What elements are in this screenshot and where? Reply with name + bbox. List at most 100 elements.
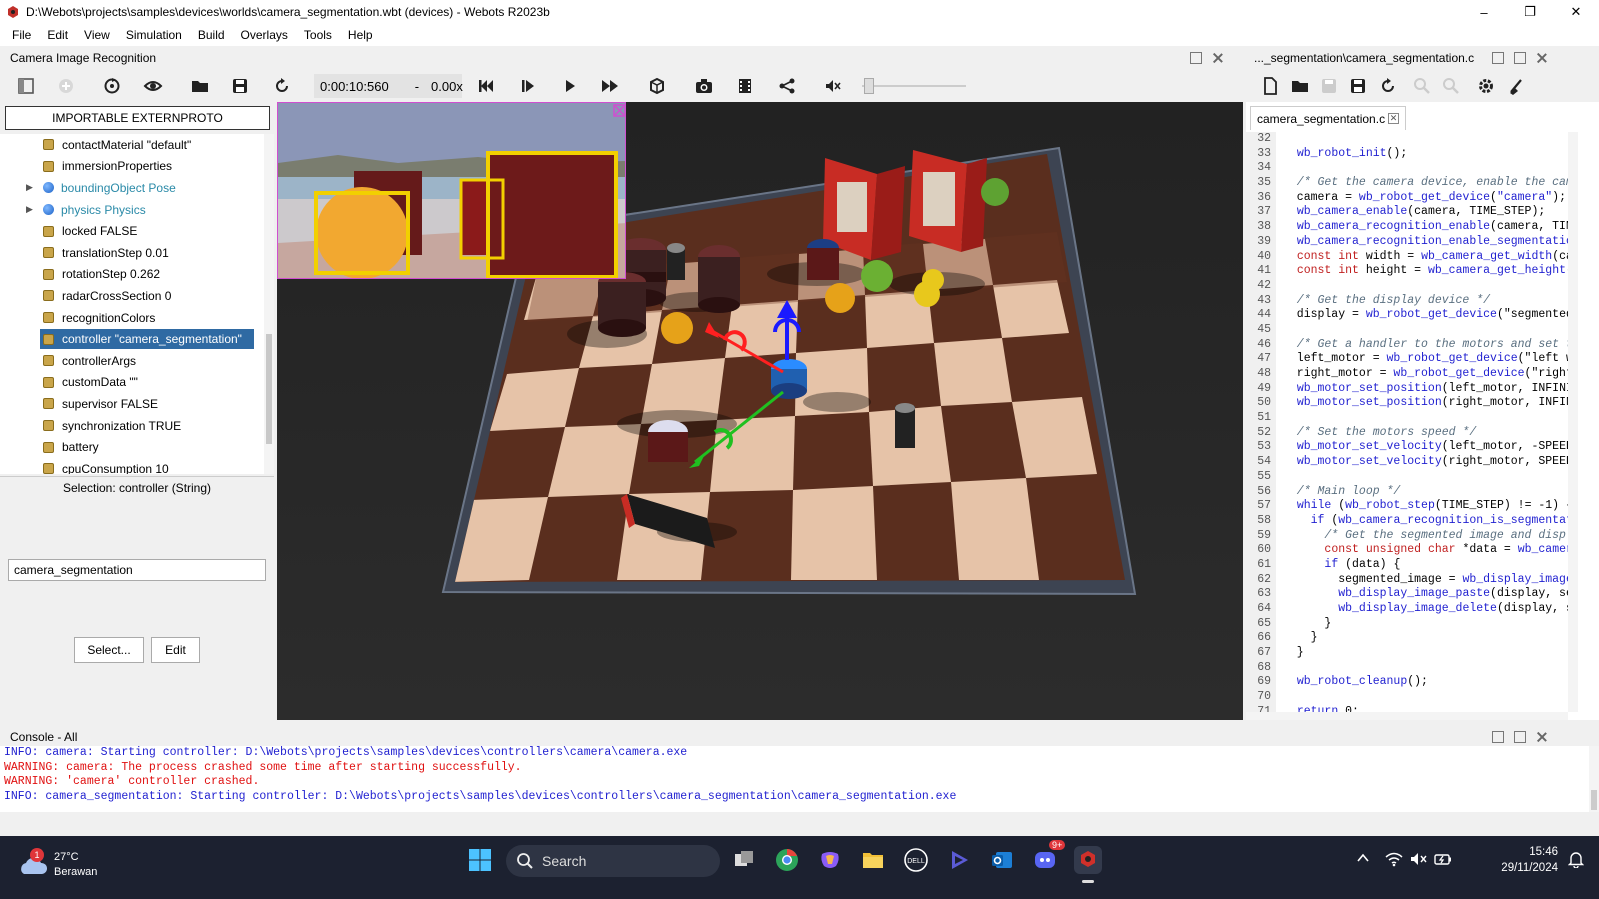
code-line[interactable]: 50 wb_motor_set_position(right_motor, IN…	[1246, 396, 1568, 412]
editor-vertical-scrollbar[interactable]	[1568, 132, 1578, 712]
build-button[interactable]	[1475, 75, 1497, 97]
code-line[interactable]: 38 wb_camera_recognition_enable(camera, …	[1246, 220, 1568, 235]
code-line[interactable]: 65 }	[1246, 616, 1568, 632]
code-line[interactable]: 58 if (wb_camera_recognition_is_segmenta…	[1246, 513, 1568, 529]
code-line[interactable]: 67 }	[1246, 646, 1568, 661]
console-output[interactable]: INFO: camera: Starting controller: D:\We…	[0, 746, 1599, 812]
open-world-button[interactable]	[189, 75, 211, 97]
tree-item-locked[interactable]: locked FALSE	[0, 220, 264, 242]
menu-file[interactable]: File	[4, 28, 39, 42]
code-line[interactable]: 32	[1246, 132, 1568, 147]
fast-forward-button[interactable]	[599, 75, 621, 97]
tree-item-controller-args[interactable]: controllerArgs	[0, 350, 264, 372]
tree-item-recognition-colors[interactable]: recognitionColors	[0, 307, 264, 329]
code-line[interactable]: 34	[1246, 161, 1568, 177]
tree-item-bounding-object[interactable]: ▶ boundingObject Pose	[0, 177, 264, 199]
code-line[interactable]: 71 return 0;	[1246, 704, 1568, 712]
code-line[interactable]: 51	[1246, 411, 1568, 426]
3d-view[interactable]	[277, 102, 1243, 720]
outlook-taskbar-icon[interactable]	[988, 846, 1016, 874]
menu-help[interactable]: Help	[340, 28, 381, 42]
edit-controller-button[interactable]: Edit	[151, 637, 200, 663]
restore-dock-icon[interactable]	[1514, 731, 1526, 743]
reload-world-button[interactable]	[101, 75, 123, 97]
replace-button[interactable]	[1440, 75, 1462, 97]
code-line[interactable]: 60 const unsigned char *data = wb_camer	[1246, 543, 1568, 558]
code-line[interactable]: 49 wb_motor_set_position(left_motor, INF…	[1246, 381, 1568, 397]
code-line[interactable]: 46 /* Get a handler to the motors and se…	[1246, 337, 1568, 353]
task-view-button[interactable]	[730, 846, 758, 874]
float-dock-icon[interactable]	[1492, 731, 1504, 743]
reset-simulation-button[interactable]	[271, 75, 293, 97]
tree-item-supervisor[interactable]: supervisor FALSE	[0, 393, 264, 415]
code-line[interactable]: 41 const int height = wb_camera_get_heig…	[1246, 264, 1568, 279]
camera-segmentation-overlay[interactable]	[277, 102, 626, 279]
tree-item-physics[interactable]: ▶ physics Physics	[0, 199, 264, 221]
save-file-button[interactable]	[1318, 75, 1340, 97]
tree-item-radar-cross-section[interactable]: radarCrossSection 0	[0, 285, 264, 307]
menu-simulation[interactable]: Simulation	[118, 28, 190, 42]
show-hidden-icons-button[interactable]	[1356, 851, 1370, 868]
mute-button[interactable]	[822, 75, 844, 97]
code-line[interactable]: 43 /* Get the display device */	[1246, 293, 1568, 309]
code-line[interactable]: 66 }	[1246, 631, 1568, 647]
editor-horizontal-scrollbar[interactable]	[1246, 712, 1568, 720]
console-scrollbar[interactable]	[1589, 746, 1599, 812]
minimize-button[interactable]: –	[1461, 0, 1507, 24]
code-line[interactable]: 69 wb_robot_cleanup();	[1246, 675, 1568, 691]
play-button[interactable]	[559, 75, 581, 97]
screenshot-button[interactable]	[693, 75, 715, 97]
start-button[interactable]	[466, 846, 494, 874]
tree-item-custom-data[interactable]: customData ""	[0, 372, 264, 394]
menu-tools[interactable]: Tools	[296, 28, 340, 42]
console-scrollbar-thumb[interactable]	[1591, 790, 1597, 810]
record-movie-button[interactable]	[734, 75, 756, 97]
code-line[interactable]: 61 if (data) {	[1246, 557, 1568, 573]
clean-button[interactable]	[1506, 75, 1528, 97]
notifications-button[interactable]	[1567, 850, 1585, 871]
discord-taskbar-icon[interactable]: 9+	[1031, 840, 1066, 874]
find-button[interactable]	[1411, 75, 1433, 97]
code-line[interactable]: 45	[1246, 322, 1568, 338]
close-window-button[interactable]: ✕	[1553, 0, 1599, 24]
view-options-button[interactable]	[142, 75, 164, 97]
save-as-button[interactable]	[1347, 75, 1369, 97]
tree-item-cpu-consumption[interactable]: cpuConsumption 10	[0, 458, 264, 474]
expand-arrow-icon[interactable]: ▶	[26, 204, 33, 215]
tree-item-controller[interactable]: controller "camera_segmentation"	[0, 328, 264, 350]
menu-view[interactable]: View	[76, 28, 118, 42]
volume-status[interactable]	[1410, 851, 1428, 870]
close-tab-icon[interactable]: ✕	[1388, 113, 1399, 124]
code-line[interactable]: 57 while (wb_robot_step(TIME_STEP) != -1…	[1246, 499, 1568, 514]
tree-scrollbar[interactable]	[264, 134, 274, 474]
menu-build[interactable]: Build	[190, 28, 233, 42]
code-line[interactable]: 39 wb_camera_recognition_enable_segmenta…	[1246, 234, 1568, 250]
code-line[interactable]: 52 /* Set the motors speed */	[1246, 425, 1568, 441]
maximize-button[interactable]: ❐	[1507, 0, 1553, 24]
copilot-taskbar-icon[interactable]	[816, 846, 844, 874]
close-dock-icon[interactable]	[1212, 52, 1224, 64]
code-line[interactable]: 36 camera = wb_robot_get_device("camera"…	[1246, 190, 1568, 206]
taskbar-clock[interactable]: 15:46 29/11/2024	[1494, 844, 1558, 876]
chrome-taskbar-icon[interactable]	[773, 846, 801, 874]
code-editor[interactable]: 32 33 wb_robot_init(); 34 35 /* Get the cam…	[1246, 132, 1568, 712]
menu-edit[interactable]: Edit	[39, 28, 76, 42]
code-line[interactable]: 35 /* Get the camera device, enable the …	[1246, 176, 1568, 191]
code-line[interactable]: 56 /* Main loop */	[1246, 484, 1568, 500]
battery-status[interactable]	[1434, 851, 1452, 870]
tree-item-battery[interactable]: battery	[0, 436, 264, 458]
code-line[interactable]: 54 wb_motor_set_velocity(right_motor, SP…	[1246, 455, 1568, 470]
volume-slider[interactable]	[862, 78, 966, 94]
code-line[interactable]: 53 wb_motor_set_velocity(left_motor, -SP…	[1246, 440, 1568, 456]
step-button[interactable]	[517, 75, 539, 97]
volume-slider-knob[interactable]	[864, 78, 874, 94]
code-line[interactable]: 47 left_motor = wb_robot_get_device("lef…	[1246, 352, 1568, 367]
code-line[interactable]: 37 wb_camera_enable(camera, TIME_STEP);	[1246, 205, 1568, 221]
code-line[interactable]: 48 right_motor = wb_robot_get_device("ri…	[1246, 367, 1568, 382]
dell-taskbar-icon[interactable]: DELL	[902, 846, 930, 874]
toggle-rendering-button[interactable]	[646, 75, 668, 97]
save-world-button[interactable]	[229, 75, 251, 97]
share-button[interactable]	[776, 75, 798, 97]
tree-item-translation-step[interactable]: translationStep 0.01	[0, 242, 264, 264]
step-back-button[interactable]	[475, 75, 497, 97]
